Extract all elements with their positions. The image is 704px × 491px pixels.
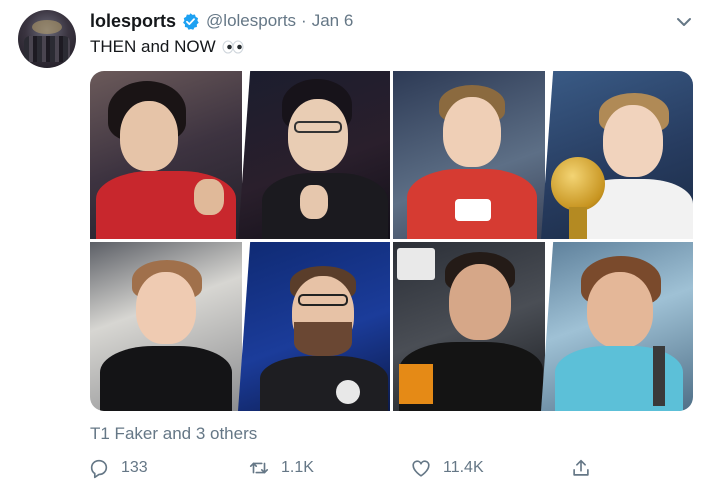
photo-now (238, 242, 390, 411)
reply-button[interactable]: 133 (88, 455, 148, 481)
heart-icon (410, 457, 432, 479)
photo-then (393, 71, 545, 239)
action-bar: 133 1.1K 11.4K (88, 455, 608, 481)
share-button[interactable] (570, 455, 592, 481)
avatar[interactable] (18, 10, 76, 68)
tweet-date[interactable]: Jan 6 (312, 11, 354, 31)
media-photo-3[interactable] (90, 242, 390, 411)
tweet-header: lolesports @lolesports · Jan 6 (90, 10, 353, 32)
photo-now (238, 71, 390, 239)
tweet-text: THEN and NOW (90, 37, 244, 57)
display-name[interactable]: lolesports (90, 11, 176, 32)
avatar-crowd (24, 36, 70, 62)
retweet-count: 1.1K (281, 459, 314, 476)
handle[interactable]: @lolesports (206, 11, 296, 31)
avatar-glow (32, 20, 62, 34)
retweet-icon (248, 457, 270, 479)
photo-then (393, 242, 545, 411)
separator-dot: · (301, 11, 307, 30)
tweet-text-content: THEN and NOW (90, 37, 216, 56)
media-photo-4[interactable] (393, 242, 693, 411)
media-grid[interactable] (90, 71, 693, 411)
like-count: 11.4K (443, 459, 484, 476)
retweet-button[interactable]: 1.1K (248, 455, 314, 481)
tagged-users[interactable]: T1 Faker and 3 others (90, 424, 257, 444)
photo-then (90, 71, 242, 239)
reply-icon (88, 457, 110, 479)
verified-badge-icon (181, 12, 200, 31)
media-photo-2[interactable] (393, 71, 693, 239)
photo-now (541, 242, 693, 411)
photo-then (90, 242, 242, 411)
like-button[interactable]: 11.4K (410, 455, 484, 481)
media-photo-1[interactable] (90, 71, 390, 239)
share-icon (570, 457, 592, 479)
photo-now (541, 71, 693, 239)
eyes-emoji-icon (222, 40, 244, 54)
chevron-down-icon[interactable] (672, 11, 696, 33)
reply-count: 133 (121, 459, 148, 476)
